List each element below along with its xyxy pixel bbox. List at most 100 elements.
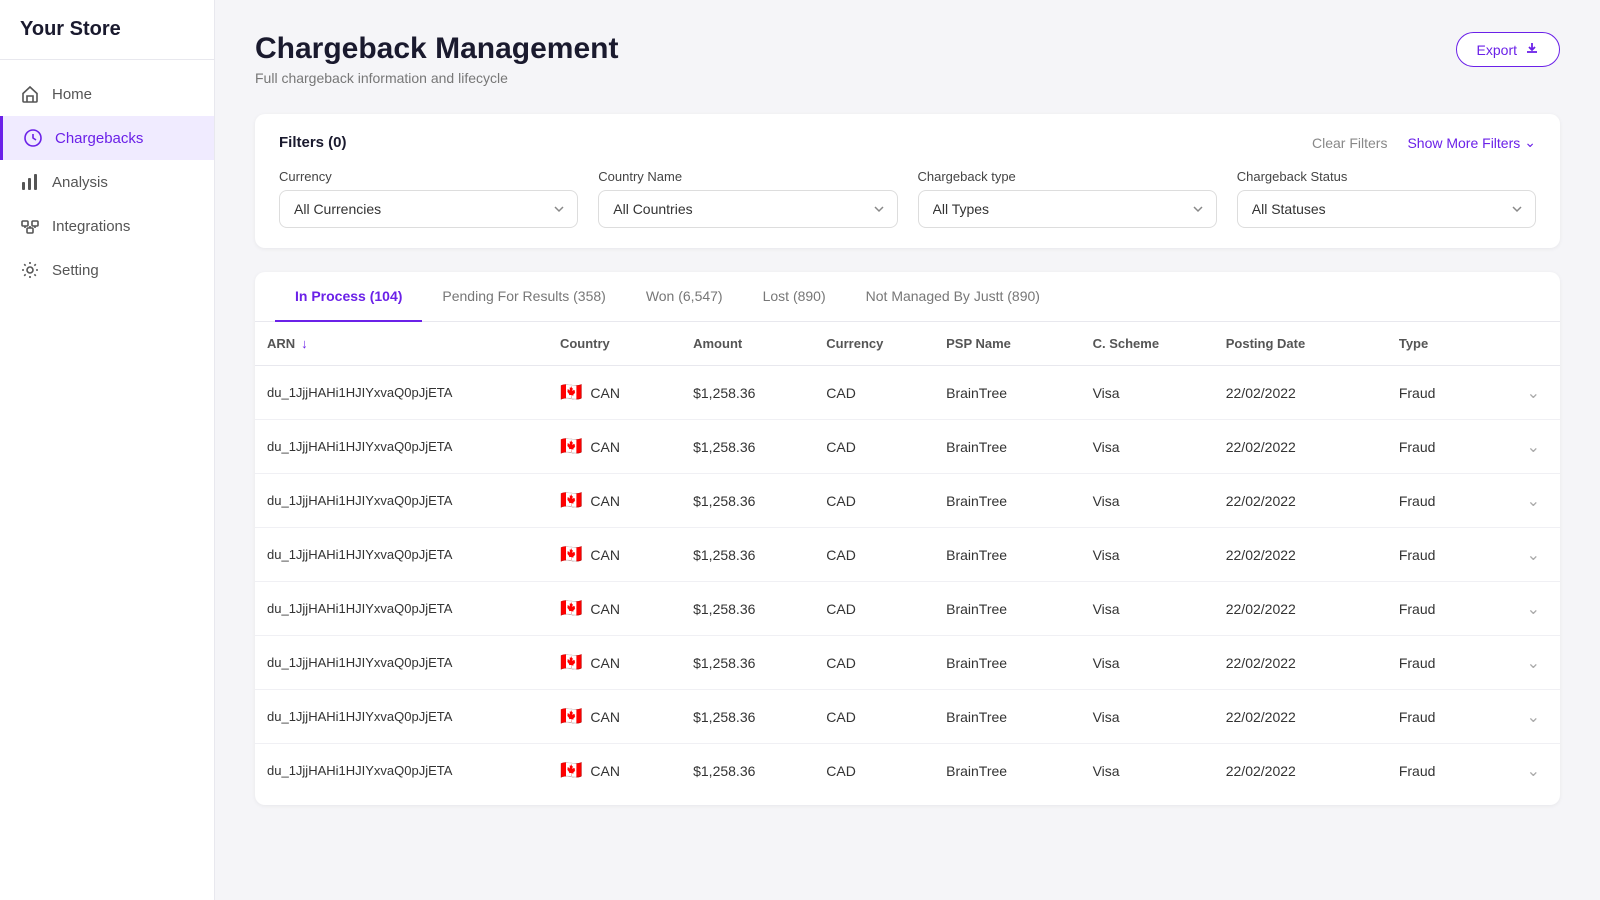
cell-arn: du_1JjjHAHi1HJIYxvaQ0pJjETA [255, 582, 548, 636]
chargeback-status-filter-group: Chargeback Status All Statuses In Proces… [1237, 169, 1536, 228]
sidebar-item-analysis[interactable]: Analysis [0, 160, 214, 204]
cell-type: Fraud [1387, 366, 1494, 420]
table-row[interactable]: du_1JjjHAHi1HJIYxvaQ0pJjETA 🇨🇦 CAN $1,25… [255, 474, 1560, 528]
cell-country: 🇨🇦 CAN [548, 528, 681, 582]
cell-country: 🇨🇦 CAN [548, 582, 681, 636]
cell-type: Fraud [1387, 744, 1494, 798]
chargeback-type-select[interactable]: All Types Fraud Dispute Other [918, 190, 1217, 228]
chargeback-type-filter-group: Chargeback type All Types Fraud Dispute … [918, 169, 1217, 228]
cell-psp: BrainTree [934, 636, 1080, 690]
row-expand-button[interactable]: ⌄ [1493, 582, 1560, 636]
th-arn[interactable]: ARN ↓ [255, 322, 548, 366]
currency-filter-group: Currency All Currencies USD CAD EUR [279, 169, 578, 228]
table-row[interactable]: du_1JjjHAHi1HJIYxvaQ0pJjETA 🇨🇦 CAN $1,25… [255, 744, 1560, 798]
currency-select[interactable]: All Currencies USD CAD EUR [279, 190, 578, 228]
cell-amount: $1,258.36 [681, 636, 814, 690]
sidebar: Your Store Home Chargebacks [0, 0, 215, 900]
cell-country: 🇨🇦 CAN [548, 636, 681, 690]
show-more-filters-button[interactable]: Show More Filters ⌄ [1407, 134, 1536, 151]
cell-arn: du_1JjjHAHi1HJIYxvaQ0pJjETA [255, 744, 548, 798]
canada-flag-icon: 🇨🇦 [560, 544, 582, 565]
table-row[interactable]: du_1JjjHAHi1HJIYxvaQ0pJjETA 🇨🇦 CAN $1,25… [255, 690, 1560, 744]
row-expand-button[interactable]: ⌄ [1493, 528, 1560, 582]
table-row[interactable]: du_1JjjHAHi1HJIYxvaQ0pJjETA 🇨🇦 CAN $1,25… [255, 582, 1560, 636]
cell-type: Fraud [1387, 690, 1494, 744]
cell-amount: $1,258.36 [681, 366, 814, 420]
table-row[interactable]: du_1JjjHAHi1HJIYxvaQ0pJjETA 🇨🇦 CAN $1,25… [255, 528, 1560, 582]
currency-label: Currency [279, 169, 578, 184]
th-country[interactable]: Country [548, 322, 681, 366]
filter-title: Filters (0) [279, 134, 347, 151]
filter-header: Filters (0) Clear Filters Show More Filt… [279, 134, 1536, 151]
cell-amount: $1,258.36 [681, 528, 814, 582]
th-currency[interactable]: Currency [814, 322, 934, 366]
country-code: CAN [590, 385, 620, 401]
th-psp[interactable]: PSP Name [934, 322, 1080, 366]
chargeback-status-select[interactable]: All Statuses In Process Won Lost Pending [1237, 190, 1536, 228]
sidebar-item-analysis-label: Analysis [52, 174, 108, 191]
sidebar-nav: Home Chargebacks Analysis [0, 60, 214, 304]
row-expand-button[interactable]: ⌄ [1493, 744, 1560, 798]
page-title: Chargeback Management [255, 32, 618, 66]
cell-currency: CAD [814, 582, 934, 636]
country-code: CAN [590, 763, 620, 779]
th-amount[interactable]: Amount [681, 322, 814, 366]
sidebar-item-home[interactable]: Home [0, 72, 214, 116]
cell-scheme: Visa [1081, 744, 1214, 798]
cell-type: Fraud [1387, 582, 1494, 636]
th-type[interactable]: Type [1387, 322, 1494, 366]
table-row[interactable]: du_1JjjHAHi1HJIYxvaQ0pJjETA 🇨🇦 CAN $1,25… [255, 420, 1560, 474]
sidebar-item-chargebacks-label: Chargebacks [55, 130, 143, 147]
chargeback-status-label: Chargeback Status [1237, 169, 1536, 184]
cell-country: 🇨🇦 CAN [548, 690, 681, 744]
row-expand-button[interactable]: ⌄ [1493, 474, 1560, 528]
cell-arn: du_1JjjHAHi1HJIYxvaQ0pJjETA [255, 528, 548, 582]
row-expand-button[interactable]: ⌄ [1493, 420, 1560, 474]
country-code: CAN [590, 439, 620, 455]
cell-psp: BrainTree [934, 366, 1080, 420]
cell-country: 🇨🇦 CAN [548, 744, 681, 798]
th-scheme[interactable]: C. Scheme [1081, 322, 1214, 366]
row-expand-button[interactable]: ⌄ [1493, 690, 1560, 744]
table-row[interactable]: du_1JjjHAHi1HJIYxvaQ0pJjETA 🇨🇦 CAN $1,25… [255, 636, 1560, 690]
row-expand-button[interactable]: ⌄ [1493, 636, 1560, 690]
sidebar-item-integrations-label: Integrations [52, 218, 130, 235]
cell-type: Fraud [1387, 528, 1494, 582]
show-more-label: Show More Filters [1407, 135, 1520, 151]
tab-pending[interactable]: Pending For Results (358) [422, 272, 625, 322]
cell-date: 22/02/2022 [1214, 690, 1387, 744]
cell-arn: du_1JjjHAHi1HJIYxvaQ0pJjETA [255, 474, 548, 528]
tab-won[interactable]: Won (6,547) [626, 272, 743, 322]
cell-scheme: Visa [1081, 636, 1214, 690]
cell-type: Fraud [1387, 420, 1494, 474]
table-row[interactable]: du_1JjjHAHi1HJIYxvaQ0pJjETA 🇨🇦 CAN $1,25… [255, 366, 1560, 420]
cell-psp: BrainTree [934, 420, 1080, 474]
table-wrap: ARN ↓ Country Amount Currency PSP Name C… [255, 322, 1560, 805]
main-content: Chargeback Management Full chargeback in… [215, 0, 1600, 900]
row-expand-button[interactable]: ⌄ [1493, 366, 1560, 420]
export-button[interactable]: Export [1456, 32, 1560, 67]
tab-lost[interactable]: Lost (890) [743, 272, 846, 322]
chargebacks-table: ARN ↓ Country Amount Currency PSP Name C… [255, 322, 1560, 797]
tab-not-managed[interactable]: Not Managed By Justt (890) [846, 272, 1060, 322]
cell-date: 22/02/2022 [1214, 636, 1387, 690]
tab-in-process[interactable]: In Process (104) [275, 272, 422, 322]
country-select[interactable]: All Countries Canada United States Unite… [598, 190, 897, 228]
filter-actions: Clear Filters Show More Filters ⌄ [1312, 134, 1536, 151]
tabs-container: In Process (104) Pending For Results (35… [255, 272, 1560, 805]
sidebar-item-chargebacks[interactable]: Chargebacks [0, 116, 214, 160]
cell-amount: $1,258.36 [681, 474, 814, 528]
country-code: CAN [590, 601, 620, 617]
home-icon [20, 84, 40, 104]
sidebar-item-home-label: Home [52, 86, 92, 103]
th-date[interactable]: Posting Date [1214, 322, 1387, 366]
cell-psp: BrainTree [934, 474, 1080, 528]
cell-date: 22/02/2022 [1214, 528, 1387, 582]
cell-amount: $1,258.36 [681, 420, 814, 474]
canada-flag-icon: 🇨🇦 [560, 490, 582, 511]
sidebar-logo: Your Store [0, 0, 214, 60]
sidebar-item-setting[interactable]: Setting [0, 248, 214, 292]
sidebar-item-integrations[interactable]: Integrations [0, 204, 214, 248]
cell-currency: CAD [814, 744, 934, 798]
clear-filters-button[interactable]: Clear Filters [1312, 135, 1387, 151]
